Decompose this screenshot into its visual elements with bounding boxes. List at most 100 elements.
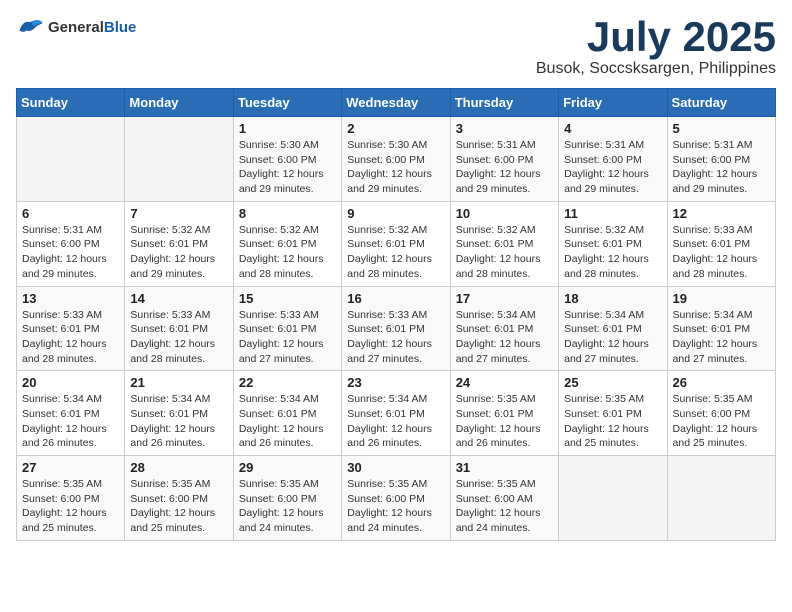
day-info: Sunrise: 5:31 AMSunset: 6:00 PMDaylight:… <box>564 138 661 197</box>
calendar-table: SundayMondayTuesdayWednesdayThursdayFrid… <box>16 88 776 541</box>
calendar-week-row: 27 Sunrise: 5:35 AMSunset: 6:00 PMDayligh… <box>17 456 776 541</box>
calendar-cell: 7Sunrise: 5:32 AMSunset: 6:01 PMDaylight… <box>125 201 233 286</box>
day-info: Sunrise: 5:33 AMSunset: 6:01 PMDaylight:… <box>130 308 227 367</box>
day-number: 19 <box>673 291 770 306</box>
day-number: 23 <box>347 375 444 390</box>
calendar-cell: 9Sunrise: 5:32 AMSunset: 6:01 PMDaylight… <box>342 201 450 286</box>
day-info: Sunrise: 5:35 AMSunset: 6:00 PMDaylight:… <box>22 477 119 536</box>
day-info: Sunrise: 5:33 AMSunset: 6:01 PMDaylight:… <box>673 223 770 282</box>
day-info: Sunrise: 5:35 AMSunset: 6:00 PMDaylight:… <box>130 477 227 536</box>
day-number: 7 <box>130 206 227 221</box>
day-info: Sunrise: 5:33 AMSunset: 6:01 PMDaylight:… <box>239 308 336 367</box>
calendar-cell: 19 Sunrise: 5:34 AMSunset: 6:01 PMDayligh… <box>667 286 775 371</box>
day-info: Sunrise: 5:34 AMSunset: 6:01 PMDaylight:… <box>456 308 553 367</box>
calendar-cell: 27 Sunrise: 5:35 AMSunset: 6:00 PMDayligh… <box>17 456 125 541</box>
calendar-cell: 23 Sunrise: 5:34 AMSunset: 6:01 PMDayligh… <box>342 371 450 456</box>
calendar-cell: 1Sunrise: 5:30 AMSunset: 6:00 PMDaylight… <box>233 117 341 202</box>
weekday-header: Tuesday <box>233 89 341 117</box>
day-number: 13 <box>22 291 119 306</box>
calendar-week-row: 13 Sunrise: 5:33 AMSunset: 6:01 PMDayligh… <box>17 286 776 371</box>
day-number: 14 <box>130 291 227 306</box>
day-number: 18 <box>564 291 661 306</box>
day-number: 3 <box>456 121 553 136</box>
weekday-header: Saturday <box>667 89 775 117</box>
calendar-cell: 31 Sunrise: 5:35 AMSunset: 6:00 AMDayligh… <box>450 456 558 541</box>
day-number: 25 <box>564 375 661 390</box>
calendar-cell: 2 Sunrise: 5:30 AMSunset: 6:00 PMDaylight… <box>342 117 450 202</box>
day-number: 15 <box>239 291 336 306</box>
calendar-cell: 18Sunrise: 5:34 AMSunset: 6:01 PMDayligh… <box>559 286 667 371</box>
calendar-cell: 11Sunrise: 5:32 AMSunset: 6:01 PMDayligh… <box>559 201 667 286</box>
day-info: Sunrise: 5:34 AMSunset: 6:01 PMDaylight:… <box>673 308 770 367</box>
logo-general: General <box>48 19 104 36</box>
day-info: Sunrise: 5:32 AMSunset: 6:01 PMDaylight:… <box>564 223 661 282</box>
calendar-cell: 12 Sunrise: 5:33 AMSunset: 6:01 PMDayligh… <box>667 201 775 286</box>
day-number: 29 <box>239 460 336 475</box>
day-number: 24 <box>456 375 553 390</box>
weekday-header: Wednesday <box>342 89 450 117</box>
day-info: Sunrise: 5:32 AMSunset: 6:01 PMDaylight:… <box>456 223 553 282</box>
calendar-cell: 10 Sunrise: 5:32 AMSunset: 6:01 PMDayligh… <box>450 201 558 286</box>
calendar-cell: 30 Sunrise: 5:35 AMSunset: 6:00 PMDayligh… <box>342 456 450 541</box>
calendar-cell: 13Sunrise: 5:33 AMSunset: 6:01 PMDayligh… <box>17 286 125 371</box>
day-number: 12 <box>673 206 770 221</box>
weekday-header-row: SundayMondayTuesdayWednesdayThursdayFrid… <box>17 89 776 117</box>
day-number: 30 <box>347 460 444 475</box>
day-number: 10 <box>456 206 553 221</box>
day-info: Sunrise: 5:34 AMSunset: 6:01 PMDaylight:… <box>130 392 227 451</box>
day-info: Sunrise: 5:35 AMSunset: 6:00 PMDaylight:… <box>673 392 770 451</box>
calendar-cell: 29Sunrise: 5:35 AMSunset: 6:00 PMDayligh… <box>233 456 341 541</box>
day-number: 17 <box>456 291 553 306</box>
day-number: 28 <box>130 460 227 475</box>
month-title: July 2025 <box>536 16 776 58</box>
logo-text-block: General Blue <box>48 19 136 36</box>
calendar-cell: 28 Sunrise: 5:35 AMSunset: 6:00 PMDayligh… <box>125 456 233 541</box>
day-info: Sunrise: 5:34 AMSunset: 6:01 PMDaylight:… <box>239 392 336 451</box>
calendar-cell: 15 Sunrise: 5:33 AMSunset: 6:01 PMDayligh… <box>233 286 341 371</box>
day-number: 31 <box>456 460 553 475</box>
calendar-cell <box>125 117 233 202</box>
day-number: 22 <box>239 375 336 390</box>
calendar-cell: 3 Sunrise: 5:31 AMSunset: 6:00 PMDaylight… <box>450 117 558 202</box>
page-header: General Blue July 2025 Busok, Soccsksarg… <box>16 16 776 78</box>
calendar-week-row: 20 Sunrise: 5:34 AMSunset: 6:01 PMDayligh… <box>17 371 776 456</box>
weekday-header: Friday <box>559 89 667 117</box>
day-number: 26 <box>673 375 770 390</box>
day-info: Sunrise: 5:34 AMSunset: 6:01 PMDaylight:… <box>347 392 444 451</box>
calendar-cell: 25 Sunrise: 5:35 AMSunset: 6:01 PMDayligh… <box>559 371 667 456</box>
day-info: Sunrise: 5:35 AMSunset: 6:01 PMDaylight:… <box>456 392 553 451</box>
logo: General Blue <box>16 16 136 38</box>
calendar-cell <box>17 117 125 202</box>
calendar-week-row: 1Sunrise: 5:30 AMSunset: 6:00 PMDaylight… <box>17 117 776 202</box>
day-info: Sunrise: 5:31 AMSunset: 6:00 PMDaylight:… <box>673 138 770 197</box>
day-info: Sunrise: 5:35 AMSunset: 6:01 PMDaylight:… <box>564 392 661 451</box>
day-number: 21 <box>130 375 227 390</box>
location-title: Busok, Soccsksargen, Philippines <box>536 60 776 78</box>
day-number: 5 <box>673 121 770 136</box>
day-info: Sunrise: 5:32 AMSunset: 6:01 PMDaylight:… <box>239 223 336 282</box>
day-info: Sunrise: 5:33 AMSunset: 6:01 PMDaylight:… <box>347 308 444 367</box>
weekday-header: Monday <box>125 89 233 117</box>
calendar-cell: 17 Sunrise: 5:34 AMSunset: 6:01 PMDayligh… <box>450 286 558 371</box>
calendar-cell: 6 Sunrise: 5:31 AMSunset: 6:00 PMDaylight… <box>17 201 125 286</box>
day-number: 20 <box>22 375 119 390</box>
calendar-cell: 8 Sunrise: 5:32 AMSunset: 6:01 PMDaylight… <box>233 201 341 286</box>
day-number: 2 <box>347 121 444 136</box>
day-number: 16 <box>347 291 444 306</box>
weekday-header: Sunday <box>17 89 125 117</box>
day-info: Sunrise: 5:31 AMSunset: 6:00 PMDaylight:… <box>456 138 553 197</box>
day-number: 6 <box>22 206 119 221</box>
day-number: 27 <box>22 460 119 475</box>
calendar-cell: 20 Sunrise: 5:34 AMSunset: 6:01 PMDayligh… <box>17 371 125 456</box>
day-info: Sunrise: 5:31 AMSunset: 6:00 PMDaylight:… <box>22 223 119 282</box>
day-info: Sunrise: 5:35 AMSunset: 6:00 PMDaylight:… <box>347 477 444 536</box>
day-number: 8 <box>239 206 336 221</box>
day-number: 4 <box>564 121 661 136</box>
day-info: Sunrise: 5:34 AMSunset: 6:01 PMDaylight:… <box>22 392 119 451</box>
day-info: Sunrise: 5:30 AMSunset: 6:00 PMDaylight:… <box>347 138 444 197</box>
logo-bird-icon <box>16 16 44 38</box>
day-info: Sunrise: 5:35 AMSunset: 6:00 AMDaylight:… <box>456 477 553 536</box>
calendar-cell: 22 Sunrise: 5:34 AMSunset: 6:01 PMDayligh… <box>233 371 341 456</box>
logo-blue: Blue <box>104 19 137 36</box>
day-info: Sunrise: 5:30 AMSunset: 6:00 PMDaylight:… <box>239 138 336 197</box>
